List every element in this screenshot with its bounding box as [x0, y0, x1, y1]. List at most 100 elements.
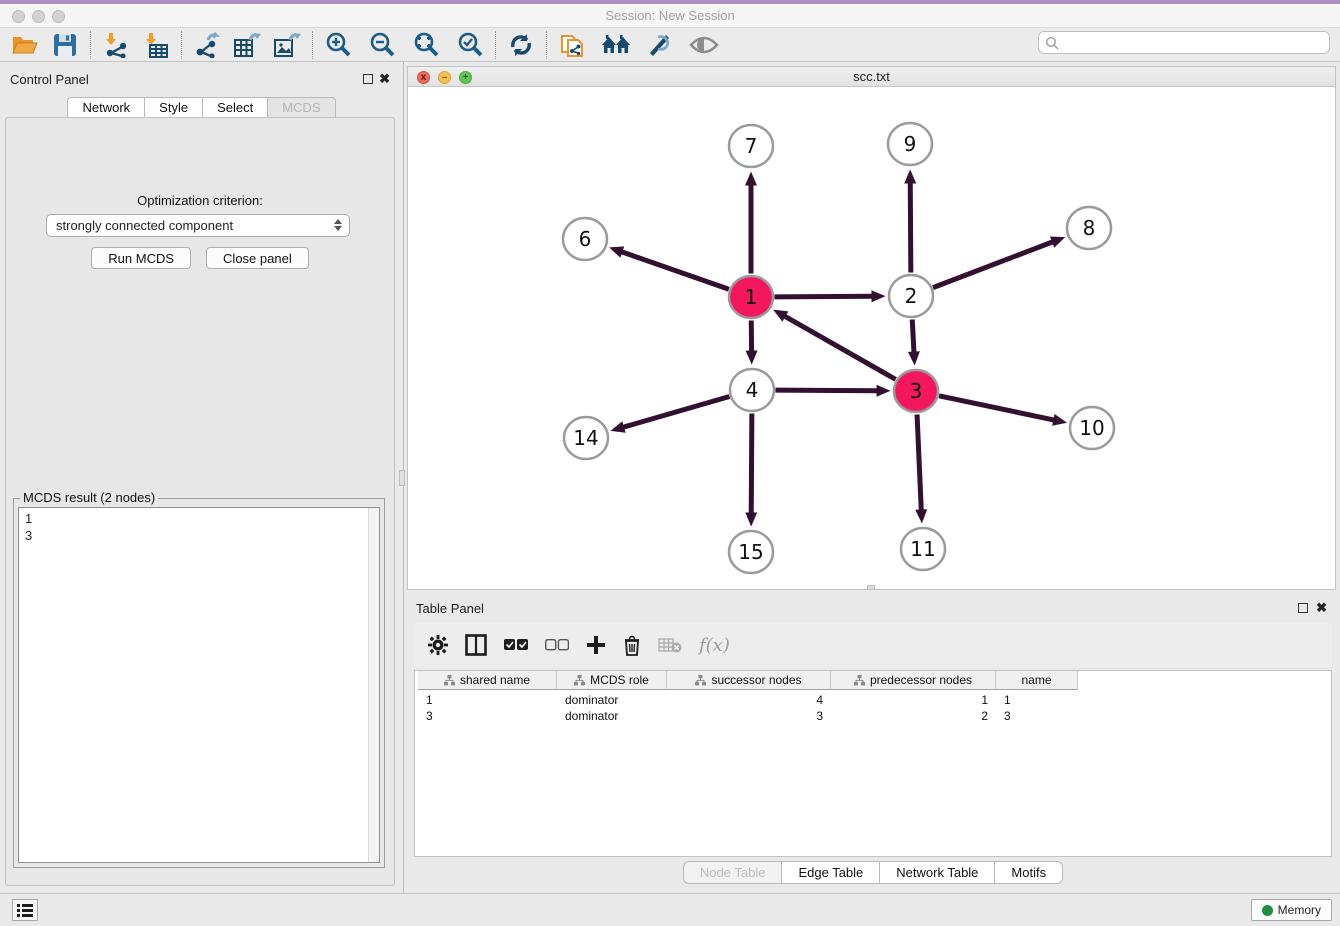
- zoom-fit-icon[interactable]: [411, 31, 441, 59]
- tab-mcds[interactable]: MCDS: [267, 97, 335, 118]
- panel-splitter-handle[interactable]: [399, 470, 405, 486]
- node-label: 15: [738, 540, 763, 564]
- graph-node-14[interactable]: 14: [564, 417, 608, 459]
- close-panel-icon[interactable]: ✖: [379, 72, 390, 85]
- network-resize-handle[interactable]: [867, 585, 875, 590]
- graph-node-7[interactable]: 7: [729, 125, 773, 167]
- select-stepper-icon: [334, 219, 342, 231]
- edge-1-2[interactable]: [774, 296, 873, 297]
- table-toolbar: f(x): [414, 623, 1332, 667]
- graph-node-2[interactable]: 2: [889, 275, 933, 317]
- edge-4-15[interactable]: [751, 413, 752, 514]
- optimization-criterion-label: Optimization criterion:: [6, 193, 394, 208]
- table-row[interactable]: 3dominator323: [418, 708, 1078, 724]
- run-mcds-button[interactable]: Run MCDS: [91, 247, 191, 269]
- optimization-criterion-select[interactable]: strongly connected component: [46, 214, 350, 237]
- table-cell[interactable]: 2: [831, 708, 996, 724]
- graph-node-4[interactable]: 4: [730, 369, 774, 411]
- network-graph-canvas[interactable]: 7 9 6 8 1 2 4 3 14 10 15 11: [408, 88, 1335, 589]
- node-table[interactable]: shared name MCDS role successor nodesprede…: [414, 670, 1332, 857]
- table-cell[interactable]: 1: [996, 692, 1078, 708]
- column-label: MCDS role: [590, 673, 649, 687]
- task-history-button[interactable]: [12, 899, 38, 921]
- zoom-selected-icon[interactable]: [455, 31, 485, 59]
- save-session-icon[interactable]: [50, 31, 80, 59]
- tab-style[interactable]: Style: [144, 97, 202, 118]
- table-cell[interactable]: 3: [667, 708, 831, 724]
- column-header-shared-name[interactable]: shared name: [418, 671, 557, 690]
- status-bar: Memory: [0, 893, 1340, 926]
- zoom-in-icon[interactable]: [323, 31, 353, 59]
- memory-button[interactable]: Memory: [1251, 899, 1332, 921]
- show-columns-icon[interactable]: [465, 634, 487, 656]
- network-window-titlebar[interactable]: x – + scc.txt: [408, 67, 1335, 87]
- edge-1-6[interactable]: [620, 251, 728, 289]
- zoom-out-icon[interactable]: [367, 31, 397, 59]
- hide-annotations-icon[interactable]: [645, 31, 675, 59]
- tab-network-table[interactable]: Network Table: [879, 861, 994, 884]
- show-hide-icon[interactable]: [689, 31, 719, 59]
- graph-node-11[interactable]: 11: [901, 528, 945, 570]
- open-session-icon[interactable]: [10, 31, 40, 59]
- node-label: 6: [579, 227, 592, 251]
- edge-3-10[interactable]: [939, 396, 1055, 420]
- control-panel: Control Panel ✖ NetworkStyleSelectMCDS O…: [0, 62, 404, 893]
- graph-node-6[interactable]: 6: [563, 218, 607, 260]
- create-column-icon[interactable]: [586, 635, 606, 655]
- edge-arrowhead: [745, 172, 757, 186]
- column-header-MCDS-role[interactable]: MCDS role: [557, 671, 667, 690]
- import-network-icon[interactable]: [101, 31, 131, 59]
- graph-node-1[interactable]: 1: [729, 276, 773, 318]
- edge-4-3[interactable]: [775, 390, 878, 391]
- table-cell[interactable]: dominator: [557, 708, 667, 724]
- network-view-window: x – + scc.txt 7 9 6 8 1 2 4 3 14 10 15 11: [407, 66, 1336, 590]
- export-image-icon[interactable]: [272, 31, 302, 59]
- export-table-icon[interactable]: [232, 31, 262, 59]
- float-table-panel-icon[interactable]: [1298, 603, 1308, 613]
- home-network-icon[interactable]: [601, 31, 631, 59]
- mcds-result-scrollbar[interactable]: [368, 508, 379, 862]
- delete-column-icon[interactable]: [623, 635, 641, 656]
- tab-motifs[interactable]: Motifs: [994, 861, 1063, 884]
- table-settings-gear-icon[interactable]: [428, 635, 448, 655]
- clone-network-icon[interactable]: [557, 31, 587, 59]
- edge-3-11[interactable]: [917, 414, 921, 511]
- select-all-columns-icon[interactable]: [504, 639, 528, 651]
- mcds-panel: Optimization criterion: strongly connect…: [5, 117, 395, 886]
- tab-edge-table[interactable]: Edge Table: [781, 861, 879, 884]
- refresh-icon[interactable]: [506, 31, 536, 59]
- edge-2-9[interactable]: [910, 181, 911, 272]
- mcds-result-text[interactable]: 1 3: [18, 507, 380, 863]
- close-table-panel-icon[interactable]: ✖: [1316, 601, 1327, 614]
- tab-node-table[interactable]: Node Table: [683, 861, 782, 884]
- edge-2-8[interactable]: [933, 241, 1054, 287]
- tab-network[interactable]: Network: [67, 97, 144, 118]
- search-input[interactable]: [1059, 34, 1329, 52]
- close-panel-button[interactable]: Close panel: [206, 247, 309, 269]
- tab-select[interactable]: Select: [202, 97, 267, 118]
- edge-3-1[interactable]: [784, 316, 896, 380]
- graph-node-9[interactable]: 9: [888, 123, 932, 165]
- graph-node-3[interactable]: 3: [894, 370, 938, 412]
- column-header-name[interactable]: name: [996, 671, 1078, 690]
- node-label: 2: [905, 284, 918, 308]
- edge-2-3[interactable]: [912, 319, 914, 353]
- column-header-predecessor-nodes[interactable]: predecessor nodes: [831, 671, 996, 690]
- window-title: Session: New Session: [0, 8, 1340, 23]
- edge-4-14[interactable]: [622, 397, 729, 428]
- graph-node-8[interactable]: 8: [1067, 207, 1111, 249]
- import-table-icon[interactable]: [141, 31, 171, 59]
- table-cell[interactable]: 3: [996, 708, 1078, 724]
- graph-node-10[interactable]: 10: [1070, 407, 1114, 449]
- table-cell[interactable]: 1: [418, 692, 557, 708]
- table-cell[interactable]: 1: [831, 692, 996, 708]
- export-network-icon[interactable]: [192, 31, 222, 59]
- float-panel-icon[interactable]: [363, 74, 373, 84]
- graph-node-15[interactable]: 15: [729, 531, 773, 573]
- table-cell[interactable]: 4: [667, 692, 831, 708]
- column-header-successor-nodes[interactable]: successor nodes: [667, 671, 831, 690]
- table-cell[interactable]: dominator: [557, 692, 667, 708]
- unselect-all-columns-icon[interactable]: [545, 639, 569, 651]
- table-cell[interactable]: 3: [418, 708, 557, 724]
- table-row[interactable]: 1dominator411: [418, 692, 1078, 708]
